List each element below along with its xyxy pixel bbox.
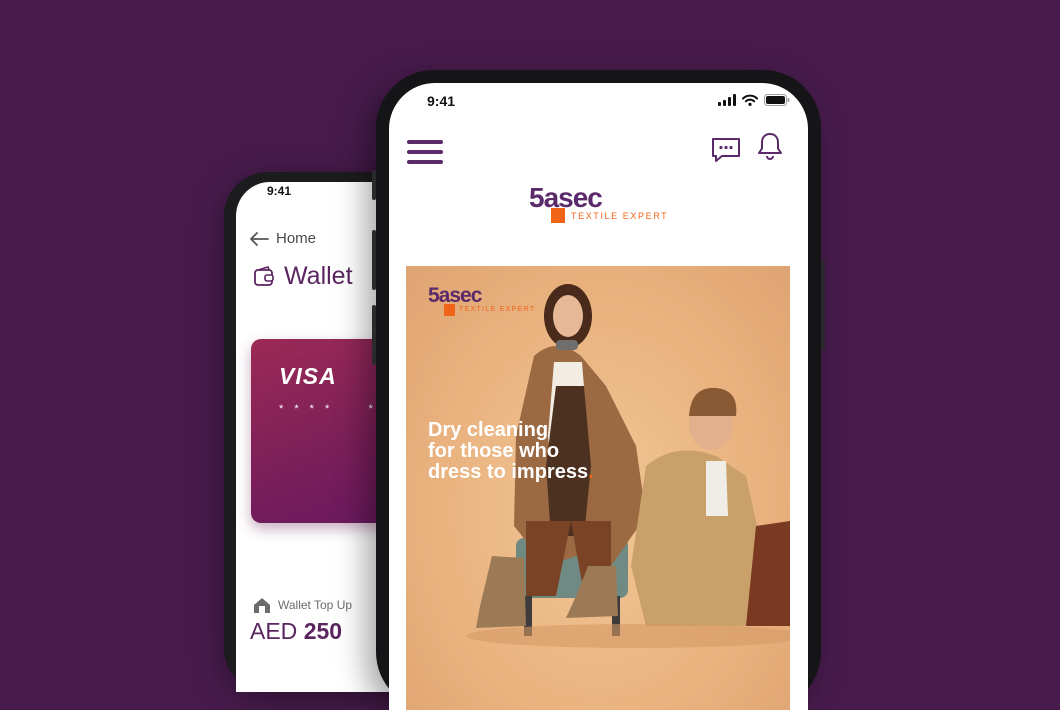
home-screen: 9:41 5asec TEXTILE EXPERT 5asec TEXTILE … — [389, 83, 808, 710]
status-time: 9:41 — [267, 184, 292, 198]
arrow-left-icon — [250, 231, 269, 246]
woman-boot — [476, 556, 526, 628]
banner-brand-tagline: TEXTILE EXPERT — [459, 306, 536, 313]
visa-logo: VISA — [279, 363, 337, 389]
man-shirt — [706, 461, 728, 516]
wallet-topup[interactable]: Wallet Top Up — [252, 596, 352, 614]
balance-amount: 250 — [303, 618, 343, 644]
man-jacket — [631, 450, 766, 626]
status-time: 9:41 — [427, 93, 456, 109]
brand-logo: 5asec TEXTILE EXPERT — [529, 182, 689, 234]
man-beanie — [689, 387, 737, 416]
power-button — [821, 260, 825, 350]
card-number-masked: * * * * * — [279, 403, 377, 415]
headline-line-text: dress to impress — [428, 461, 589, 483]
wifi-icon — [742, 94, 758, 106]
home-phone: 9:41 5asec TEXTILE EXPERT 5asec TEXTILE … — [372, 70, 825, 710]
banner-square-mark — [444, 304, 455, 316]
mute-button — [372, 170, 376, 200]
headline-line: dress to impress. — [428, 462, 648, 483]
volume-up-button — [372, 230, 376, 290]
currency: AED — [250, 618, 298, 644]
volume-down-button — [372, 305, 376, 365]
topup-label: Wallet Top Up — [278, 598, 353, 612]
signal-icon — [718, 94, 736, 106]
headline-line: for those who — [428, 440, 560, 462]
models-illustration — [466, 284, 790, 648]
promo-banner[interactable]: 5asec TEXTILE EXPERT Dry cleaning for th… — [406, 266, 790, 710]
back-label: Home — [276, 230, 317, 247]
chat-icon[interactable] — [710, 136, 742, 164]
wallet-title-text: Wallet — [284, 262, 353, 290]
house-icon — [254, 598, 270, 613]
headline-line: Dry cleaning — [428, 419, 549, 441]
headline-dot: . — [588, 461, 594, 483]
banner-headline: Dry cleaning for those who dress to impr… — [428, 420, 648, 483]
page-title: Wallet — [252, 262, 353, 291]
status-icons — [718, 94, 790, 106]
back-home-link[interactable]: Home — [250, 230, 316, 247]
brand-square-mark — [551, 208, 565, 223]
brand-tagline: TEXTILE EXPERT — [571, 211, 669, 221]
hamburger-menu-icon[interactable] — [407, 139, 443, 165]
bell-icon[interactable] — [755, 131, 785, 161]
wallet-icon — [254, 265, 274, 286]
brand-name: 5asec — [529, 182, 603, 213]
woman-necklace — [556, 340, 578, 350]
banner-brand-logo: 5asec TEXTILE EXPERT — [428, 284, 568, 324]
floor-shadow — [466, 624, 790, 648]
battery-icon — [764, 94, 790, 106]
wallet-balance: AED 250 — [250, 618, 342, 645]
